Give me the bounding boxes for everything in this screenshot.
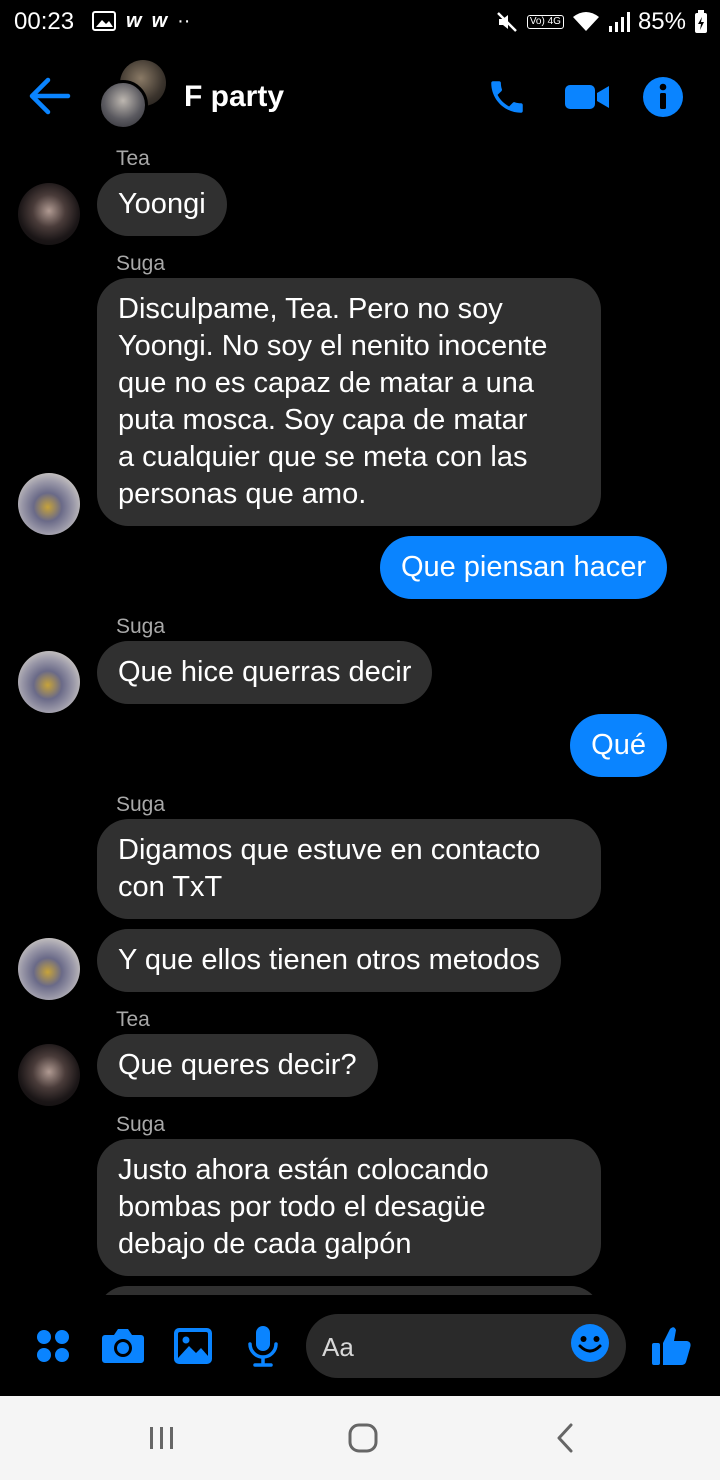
message-input-placeholder: Aa	[322, 1332, 354, 1362]
sender-name: Tea	[116, 147, 150, 170]
status-bar: 00:23 w w ·· Vo) 4G 85%	[0, 0, 720, 44]
microphone-icon[interactable]	[239, 1322, 287, 1370]
info-icon[interactable]	[640, 74, 686, 120]
like-icon[interactable]	[648, 1322, 696, 1370]
signal-icon	[608, 9, 630, 35]
message-bubble[interactable]: Justo ahora están colocando bombas por t…	[97, 1139, 601, 1276]
video-icon[interactable]	[564, 74, 610, 120]
wifi-icon	[572, 9, 600, 35]
mute-icon	[495, 9, 519, 35]
message-bubble[interactable]: Que hice querras decir	[97, 641, 433, 704]
message-bubble[interactable]: Y que ellos tienen otros metodos	[97, 929, 561, 992]
avatar[interactable]	[18, 938, 80, 1000]
back-arrow-icon[interactable]	[26, 74, 72, 118]
phone-icon[interactable]	[484, 74, 530, 120]
avatar[interactable]	[18, 651, 80, 713]
sender-name: Suga	[116, 252, 166, 275]
message-bubble[interactable]: Que piensan hacer	[379, 536, 667, 599]
message-bubble[interactable]: Qué	[570, 714, 667, 777]
battery-icon	[694, 9, 708, 35]
w-icon: w	[151, 9, 168, 32]
conversation-title[interactable]: F party	[184, 80, 284, 114]
conversation-header: F party	[0, 56, 720, 140]
status-time: 00:23	[14, 8, 75, 35]
battery-percent: 85%	[637, 8, 686, 35]
home-button[interactable]	[333, 1418, 393, 1458]
image-icon	[92, 8, 116, 34]
w-icon: w	[126, 9, 142, 32]
group-avatar[interactable]	[98, 60, 170, 130]
message-bubble-partial[interactable]	[97, 1286, 601, 1295]
member-avatar	[98, 80, 148, 130]
sender-name: Tea	[116, 1008, 150, 1031]
message-bubble[interactable]: Digamos que estuve en contacto con TxT	[97, 819, 601, 919]
message-bubble[interactable]: Disculpame, Tea. Pero no soy Yoongi. No …	[97, 278, 601, 526]
back-button[interactable]	[535, 1418, 595, 1458]
message-input[interactable]: Aa	[306, 1314, 626, 1378]
gallery-icon[interactable]	[169, 1322, 217, 1370]
composer-bar: Aa	[0, 1296, 720, 1396]
menu-dots-icon[interactable]	[29, 1322, 77, 1370]
emoji-icon[interactable]	[570, 1323, 616, 1369]
avatar[interactable]	[18, 473, 80, 535]
more-dots-icon: ··	[177, 9, 191, 32]
avatar[interactable]	[18, 183, 80, 245]
message-bubble[interactable]: Yoongi	[97, 173, 227, 236]
message-list[interactable]: Tea Yoongi Suga Disculpame, Tea. Pero no…	[0, 140, 720, 1295]
avatar[interactable]	[18, 1044, 80, 1106]
recent-apps-button[interactable]	[132, 1418, 192, 1458]
sender-name: Suga	[116, 1113, 166, 1136]
volte-icon: Vo) 4G	[526, 15, 564, 29]
notification-icons: w w ··	[92, 8, 190, 34]
system-nav-bar	[0, 1396, 720, 1480]
sender-name: Suga	[116, 615, 166, 638]
camera-icon[interactable]	[99, 1322, 147, 1370]
message-bubble[interactable]: Que queres decir?	[97, 1034, 378, 1097]
sender-name: Suga	[116, 793, 166, 816]
